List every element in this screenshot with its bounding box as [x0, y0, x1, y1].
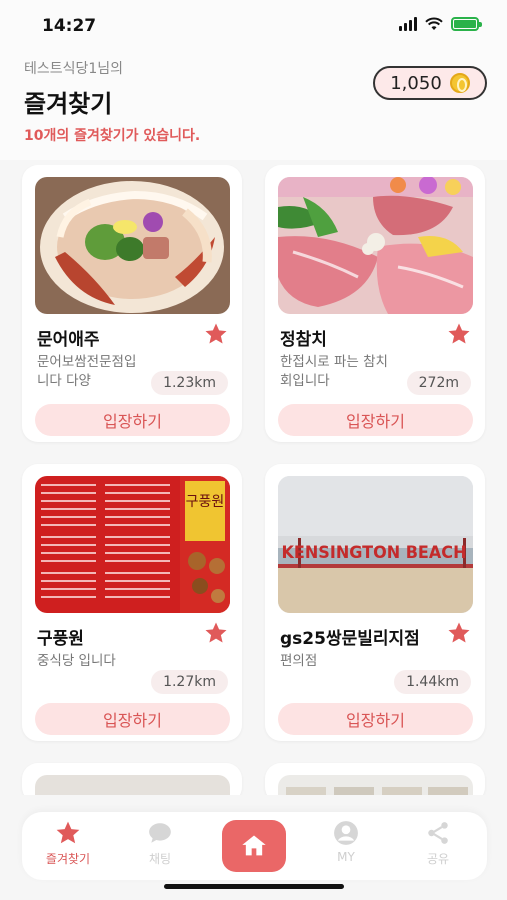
- restaurant-card[interactable]: KENSINGTON BEACH gs25쌍문빌리지점 편의점 1.44km 입…: [265, 464, 485, 741]
- status-time: 14:27: [42, 16, 97, 36]
- star-icon[interactable]: [204, 322, 228, 346]
- star-icon: [56, 821, 80, 844]
- enter-button[interactable]: 입장하기: [278, 703, 473, 735]
- user-icon: [334, 821, 358, 845]
- restaurant-card[interactable]: 정참치 한접시로 파는 참치회입니다 272m 입장하기: [265, 165, 485, 442]
- wifi-icon: [425, 17, 443, 30]
- restaurant-card[interactable]: 구풍원 구풍원 중식당 입니다 1.27km 입장하기: [22, 464, 242, 741]
- restaurant-card[interactable]: 문어애주 문어보쌈전문점입니다 다양 1.23km 입장하기: [22, 165, 242, 442]
- restaurant-description: 문어보쌈전문점입니다 다양: [37, 354, 137, 389]
- menu-board-text: 구풍원: [186, 494, 225, 510]
- restaurant-photo: [278, 177, 473, 314]
- greeting: 테스트식당1님의: [24, 61, 124, 77]
- header: 테스트식당1님의 즐겨찾기 10개의 즐겨찾기가 있습니다. 1,050: [0, 50, 507, 160]
- restaurant-photo: KENSINGTON BEACH: [278, 476, 473, 613]
- battery-icon: [451, 17, 482, 31]
- restaurant-photo: [278, 775, 473, 795]
- status-icons: [399, 17, 482, 31]
- enter-button[interactable]: 입장하기: [278, 404, 473, 436]
- page-title: 즐겨찾기: [24, 90, 113, 118]
- enter-button[interactable]: 입장하기: [35, 404, 230, 436]
- restaurant-photo: [35, 177, 230, 314]
- nav-label: MY: [337, 850, 355, 864]
- restaurant-photo: 구풍원: [35, 476, 230, 613]
- nav-label: 공유: [426, 852, 450, 866]
- coin-icon: [449, 73, 470, 93]
- home-button[interactable]: [222, 820, 286, 872]
- restaurant-name: gs25쌍문빌리지점: [280, 629, 420, 649]
- star-icon[interactable]: [204, 621, 228, 645]
- nav-label: 즐겨찾기: [45, 852, 91, 866]
- chat-icon: [149, 823, 171, 843]
- nav-share[interactable]: 공유: [398, 820, 478, 867]
- restaurant-description: 중식당 입니다: [37, 653, 116, 669]
- favorites-list[interactable]: 문어애주 문어보쌈전문점입니다 다양 1.23km 입장하기 정참치 한접시로 …: [0, 165, 507, 795]
- restaurant-card[interactable]: [265, 763, 485, 795]
- restaurant-description: 편의점: [280, 653, 318, 669]
- nav-label: 채팅: [148, 852, 172, 866]
- restaurant-photo: [35, 775, 230, 795]
- home-indicator[interactable]: [164, 884, 344, 889]
- sign-text: KENSINGTON BEACH: [282, 543, 467, 563]
- nav-my[interactable]: MY: [306, 820, 386, 864]
- restaurant-name: 정참치: [280, 330, 327, 350]
- restaurant-name: 문어애주: [37, 330, 100, 350]
- distance-badge: 1.27km: [151, 670, 228, 694]
- status-bar: 14:27: [0, 0, 507, 50]
- signal-icon: [399, 17, 417, 31]
- nav-favorites[interactable]: 즐겨찾기: [28, 820, 108, 867]
- coin-value: 1,050: [390, 72, 442, 94]
- share-icon: [428, 822, 448, 844]
- favorites-count: 10개의 즐겨찾기가 있습니다.: [24, 128, 201, 144]
- star-icon[interactable]: [447, 322, 471, 346]
- restaurant-card[interactable]: [22, 763, 242, 795]
- enter-button[interactable]: 입장하기: [35, 703, 230, 735]
- restaurant-name: 구풍원: [37, 629, 84, 649]
- distance-badge: 1.23km: [151, 371, 228, 395]
- distance-badge: 272m: [406, 371, 471, 395]
- distance-badge: 1.44km: [394, 670, 471, 694]
- home-icon: [242, 835, 266, 856]
- coin-balance[interactable]: 1,050: [373, 66, 487, 100]
- nav-chat[interactable]: 채팅: [120, 820, 200, 867]
- restaurant-description: 한접시로 파는 참치회입니다: [280, 354, 388, 389]
- bottom-nav: 즐겨찾기 채팅 MY 공유: [22, 812, 487, 880]
- star-icon[interactable]: [447, 621, 471, 645]
